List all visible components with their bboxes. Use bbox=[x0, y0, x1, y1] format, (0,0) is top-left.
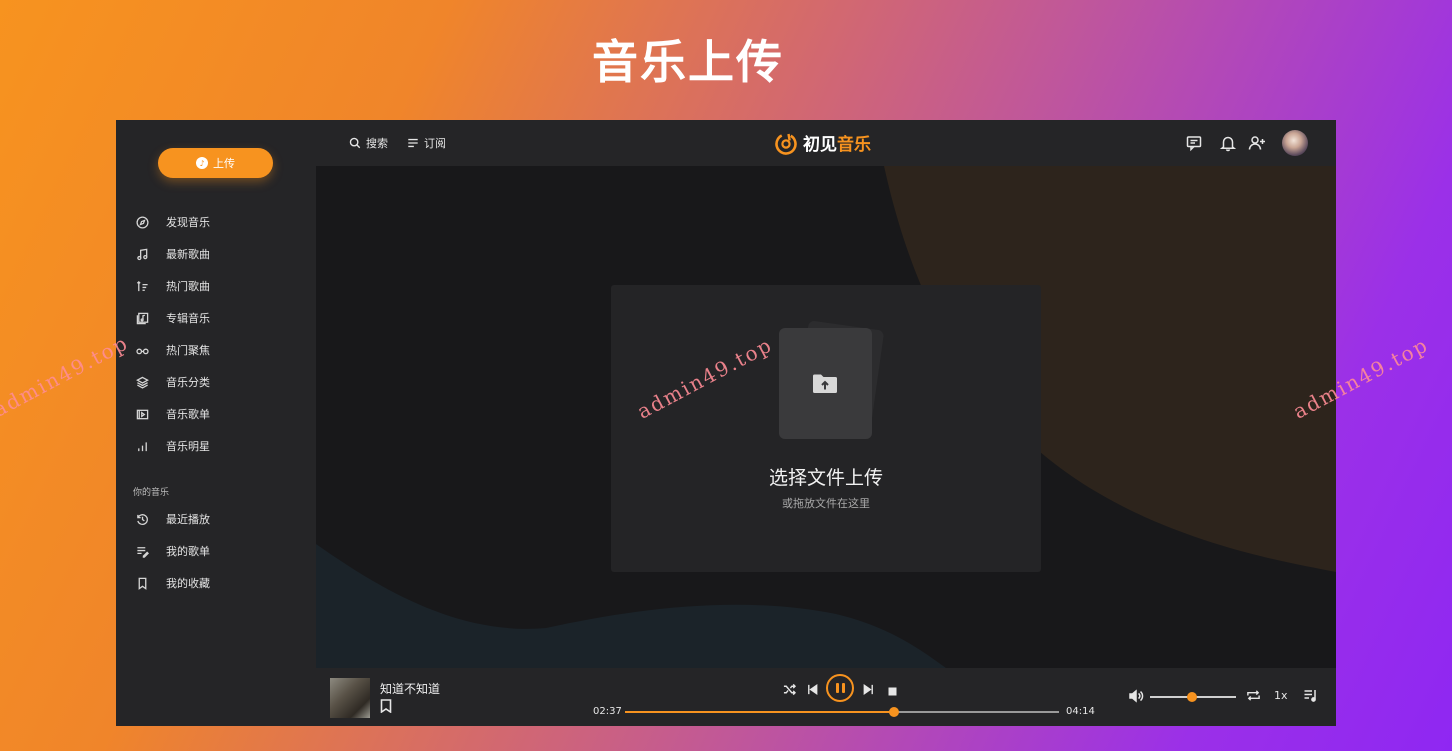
current-time: 02:37 bbox=[593, 706, 622, 717]
bookmark-icon bbox=[136, 577, 149, 590]
playlist-video-icon bbox=[136, 408, 149, 421]
sidebar-item-hot-focus[interactable]: 热门聚焦 bbox=[116, 334, 316, 366]
sidebar-item-label: 音乐明星 bbox=[166, 440, 210, 453]
main-content: 选择文件上传 或拖放文件在这里 bbox=[316, 166, 1336, 668]
sidebar-item-label: 热门聚焦 bbox=[166, 344, 210, 357]
repeat-icon[interactable] bbox=[1246, 688, 1261, 707]
watermark: admin49.top bbox=[0, 330, 133, 422]
next-icon[interactable] bbox=[862, 681, 875, 700]
discover-nav: 发现音乐 最新歌曲 热门歌曲 专辑音乐 热门聚焦 音乐分类 音乐歌单 音乐明星 bbox=[116, 206, 316, 462]
brand-name-part2: 音乐 bbox=[837, 135, 871, 155]
avatar[interactable] bbox=[1282, 130, 1308, 156]
subscribe-link[interactable]: 订阅 bbox=[407, 135, 446, 151]
sort-list-icon bbox=[136, 280, 149, 293]
queue-icon[interactable] bbox=[1303, 688, 1319, 707]
bar-chart-icon bbox=[136, 440, 149, 453]
history-icon bbox=[136, 513, 149, 526]
volume-knob[interactable] bbox=[1187, 692, 1198, 702]
music-note-icon: ♪ bbox=[196, 157, 208, 169]
brand-name-part1: 初见 bbox=[803, 135, 837, 155]
total-time: 04:14 bbox=[1066, 706, 1095, 717]
page-heading: 音乐上传 bbox=[592, 35, 784, 89]
message-icon[interactable] bbox=[1185, 134, 1203, 152]
sidebar-item-favorites[interactable]: 我的收藏 bbox=[116, 567, 316, 599]
music-note-icon bbox=[136, 248, 149, 261]
sidebar-item-label: 最新歌曲 bbox=[166, 248, 210, 261]
section-label-your-music: 你的音乐 bbox=[133, 488, 170, 498]
sidebar-item-my-playlists[interactable]: 我的歌单 bbox=[116, 535, 316, 567]
my-music-nav: 最近播放 我的歌单 我的收藏 bbox=[116, 503, 316, 599]
bookmark-icon[interactable] bbox=[380, 698, 392, 714]
pause-bar bbox=[841, 683, 845, 693]
sidebar-item-albums[interactable]: 专辑音乐 bbox=[116, 302, 316, 334]
volume-fill bbox=[1150, 696, 1193, 698]
shuffle-icon[interactable] bbox=[783, 681, 797, 700]
layers-icon bbox=[136, 376, 149, 389]
volume-slider[interactable] bbox=[1150, 692, 1236, 702]
upload-button[interactable]: ♪ 上传 bbox=[158, 148, 273, 178]
sidebar-item-hot-songs[interactable]: 热门歌曲 bbox=[116, 270, 316, 302]
pause-bar bbox=[835, 683, 839, 693]
album-cover[interactable] bbox=[330, 678, 370, 718]
add-user-icon[interactable] bbox=[1248, 134, 1266, 152]
sidebar-item-label: 发现音乐 bbox=[166, 216, 210, 229]
progress-slider[interactable] bbox=[625, 707, 1059, 717]
sidebar-item-discover[interactable]: 发现音乐 bbox=[116, 206, 316, 238]
pause-button[interactable] bbox=[826, 674, 854, 702]
upload-subtitle: 或拖放文件在这里 bbox=[782, 497, 870, 510]
sidebar-item-label: 最近播放 bbox=[166, 513, 210, 526]
sidebar-item-label: 音乐分类 bbox=[166, 376, 210, 389]
track-title[interactable]: 知道不知道 bbox=[380, 680, 440, 697]
music-app-window: ♪ 上传 发现音乐 最新歌曲 热门歌曲 专辑音乐 热门聚焦 音乐分类 音乐歌单 … bbox=[116, 120, 1336, 726]
player-bar: 知道不知道 02:37 04:14 1x bbox=[316, 668, 1336, 726]
progress-fill bbox=[625, 711, 895, 713]
brand-logo[interactable]: 初见 音乐 bbox=[774, 130, 871, 155]
playback-speed[interactable]: 1x bbox=[1274, 689, 1288, 702]
file-card bbox=[779, 328, 872, 439]
upload-dropzone[interactable]: 选择文件上传 或拖放文件在这里 bbox=[611, 285, 1041, 572]
sidebar: ♪ 上传 发现音乐 最新歌曲 热门歌曲 专辑音乐 热门聚焦 音乐分类 音乐歌单 … bbox=[116, 120, 316, 726]
compass-icon bbox=[136, 215, 149, 229]
list-edit-icon bbox=[136, 545, 149, 558]
sidebar-item-label: 我的歌单 bbox=[166, 545, 210, 558]
volume-icon[interactable] bbox=[1128, 688, 1144, 708]
sidebar-item-categories[interactable]: 音乐分类 bbox=[116, 366, 316, 398]
search-link[interactable]: 搜索 bbox=[349, 135, 388, 151]
music-logo-icon bbox=[775, 132, 797, 155]
sidebar-item-latest-songs[interactable]: 最新歌曲 bbox=[116, 238, 316, 270]
upload-title: 选择文件上传 bbox=[768, 467, 883, 489]
sidebar-item-label: 音乐歌单 bbox=[166, 408, 210, 421]
sidebar-item-label: 专辑音乐 bbox=[166, 312, 210, 325]
upload-button-label: 上传 bbox=[213, 157, 235, 170]
topbar: 搜索 订阅 初见 音乐 bbox=[316, 120, 1336, 166]
previous-icon[interactable] bbox=[806, 681, 819, 700]
stop-icon[interactable] bbox=[887, 682, 898, 701]
progress-knob[interactable] bbox=[889, 707, 900, 717]
subscribe-label: 订阅 bbox=[424, 137, 446, 150]
album-icon bbox=[136, 312, 149, 325]
sidebar-item-recent[interactable]: 最近播放 bbox=[116, 503, 316, 535]
sidebar-item-label: 我的收藏 bbox=[166, 577, 210, 590]
folder-upload-icon bbox=[813, 374, 837, 393]
bell-icon[interactable] bbox=[1219, 134, 1237, 152]
sidebar-item-label: 热门歌曲 bbox=[166, 280, 210, 293]
list-icon bbox=[408, 138, 418, 148]
sidebar-item-artists[interactable]: 音乐明星 bbox=[116, 430, 316, 462]
search-icon bbox=[349, 137, 361, 149]
sidebar-item-playlists[interactable]: 音乐歌单 bbox=[116, 398, 316, 430]
search-label: 搜索 bbox=[366, 137, 388, 150]
glasses-icon bbox=[136, 344, 149, 357]
